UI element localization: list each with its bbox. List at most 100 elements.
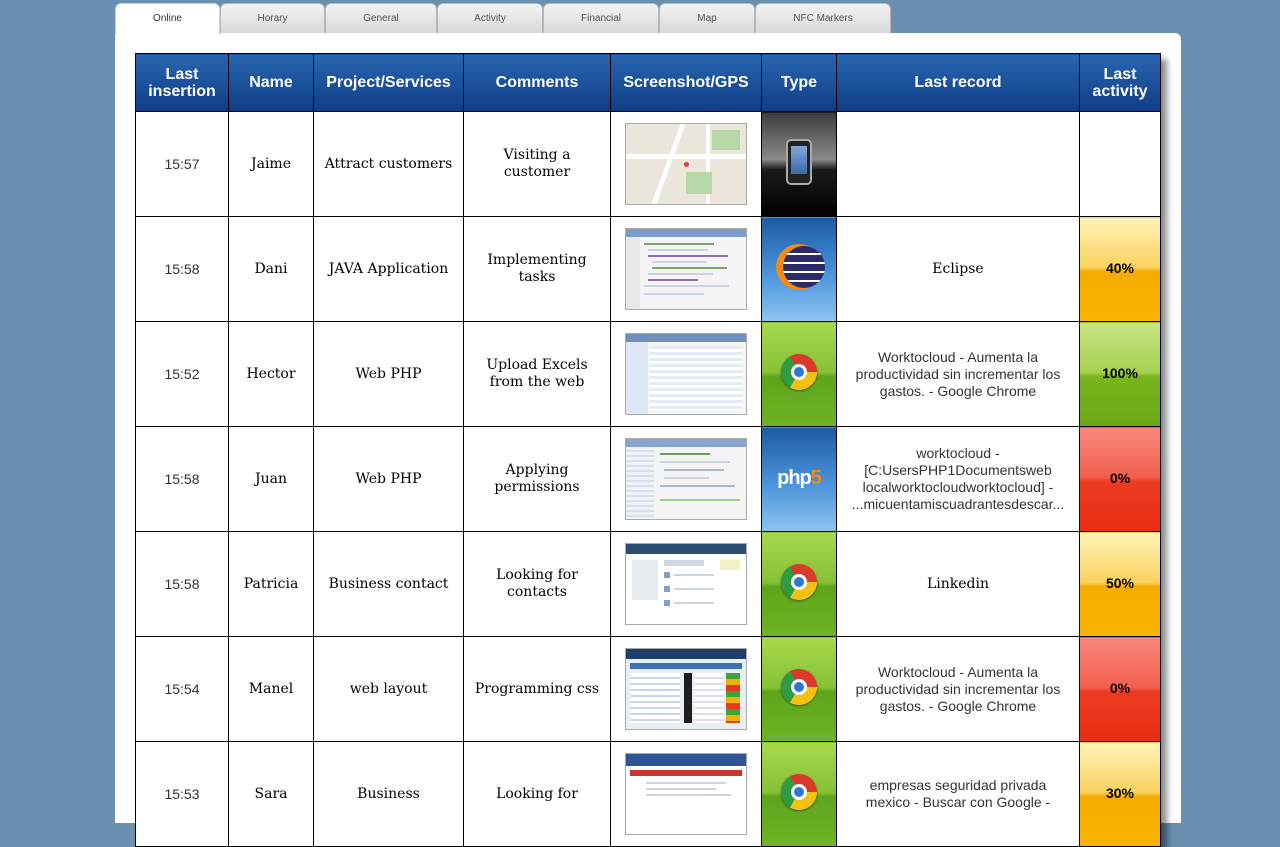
cell-last-record: empresas seguridad privada mexico - Busc… [836,741,1080,847]
cell-type [761,216,837,322]
tab-financial[interactable]: Financial [543,3,659,34]
cell-last-insertion: 15:53 [135,741,229,847]
cell-project: Web PHP [313,321,464,427]
tab-map[interactable]: Map [659,3,755,34]
header-last-insertion[interactable]: Last insertion [135,53,229,112]
cell-screenshot [610,636,762,742]
activity-value: 30% [1105,785,1135,801]
code-editor-thumbnail[interactable] [625,228,747,310]
cell-name: Manel [228,636,314,742]
activity-value: 0% [1109,470,1131,486]
chrome-icon [781,773,817,810]
cell-last-activity: 50% [1079,531,1161,637]
cell-comments: Upload Excels from the web [463,321,611,427]
cell-comments: Looking for contacts [463,531,611,637]
eclipse-icon [776,243,825,290]
php-label-accent: 5 [810,466,822,489]
cell-name: Jaime [228,111,314,217]
header-project-services[interactable]: Project/Services [313,53,464,112]
cell-name: Juan [228,426,314,532]
php-label: php [777,466,812,489]
header-last-activity[interactable]: Last activity [1079,53,1161,112]
cell-project: Business contact [313,531,464,637]
spreadsheet-thumbnail[interactable] [625,333,747,415]
header-screenshot-gps[interactable]: Screenshot/GPS [610,53,762,112]
cell-comments: Applying permissions [463,426,611,532]
cell-project: Business [313,741,464,847]
cell-project: JAVA Application [313,216,464,322]
table-header-row: Last insertion Name Project/Services Com… [135,53,1161,112]
php-icon: php5 [777,466,822,489]
tab-general[interactable]: General [325,3,437,34]
activity-value: 100% [1102,365,1138,381]
header-last-record[interactable]: Last record [836,53,1080,112]
tab-online[interactable]: Online [115,3,220,35]
cell-last-record: worktocloud - [C:UsersPHP1Documentsweb l… [836,426,1080,532]
cell-type [761,531,837,637]
phone-icon [786,138,812,185]
chrome-icon [781,563,817,600]
linkedin-thumbnail[interactable] [625,543,747,625]
activity-value: 40% [1105,260,1135,276]
cell-type [761,111,837,217]
tab-nfc-markers[interactable]: NFC Markers [755,3,891,34]
table-row[interactable]: 15:58 Patricia Business contact Looking … [135,531,1161,637]
cell-screenshot [610,216,762,322]
cell-last-activity: 100% [1079,321,1161,427]
table-row[interactable]: 15:53 Sara Business Looking for empresas… [135,741,1161,847]
cell-type [761,636,837,742]
tab-activity[interactable]: Activity [437,3,543,34]
cell-comments: Visiting a customer [463,111,611,217]
cell-last-activity [1079,111,1161,217]
cell-last-insertion: 15:58 [135,216,229,322]
table-row[interactable]: 15:58 Juan Web PHP Applying permissions … [135,426,1161,532]
webapp-thumbnail[interactable] [625,648,747,730]
cell-last-insertion: 15:58 [135,531,229,637]
tab-horary[interactable]: Horary [220,3,325,34]
cell-last-record: Linkedin [836,531,1080,637]
cell-type: php5 [761,426,837,532]
table-row[interactable]: 15:58 Dani JAVA Application Implementing… [135,216,1161,322]
cell-last-activity: 0% [1079,636,1161,742]
activity-value: 50% [1105,575,1135,591]
cell-screenshot [610,111,762,217]
cell-screenshot [610,741,762,847]
cell-last-activity: 40% [1079,216,1161,322]
table-row[interactable]: 15:54 Manel web layout Programming css W… [135,636,1161,742]
online-users-table: Last insertion Name Project/Services Com… [135,53,1161,847]
cell-name: Patricia [228,531,314,637]
cell-project: Attract customers [313,111,464,217]
chrome-icon [781,353,817,390]
cell-last-activity: 0% [1079,426,1161,532]
cell-type [761,321,837,427]
map-thumbnail[interactable] [625,123,747,205]
table-row[interactable]: 15:57 Jaime Attract customers Visiting a… [135,111,1161,217]
cell-name: Hector [228,321,314,427]
cell-last-insertion: 15:58 [135,426,229,532]
header-comments[interactable]: Comments [463,53,611,112]
cell-comments: Programming css [463,636,611,742]
cell-comments: Implementing tasks [463,216,611,322]
ide-thumbnail[interactable] [625,438,747,520]
location-pin-icon [684,162,689,167]
cell-name: Dani [228,216,314,322]
cell-screenshot [610,426,762,532]
tab-bar: Online Horary General Activity Financial… [115,3,895,35]
chrome-icon [781,668,817,705]
cell-screenshot [610,321,762,427]
cell-type [761,741,837,847]
cell-project: Web PHP [313,426,464,532]
cell-last-activity: 30% [1079,741,1161,847]
header-type[interactable]: Type [761,53,837,112]
cell-last-insertion: 15:52 [135,321,229,427]
cell-project: web layout [313,636,464,742]
cell-name: Sara [228,741,314,847]
cell-last-record [836,111,1080,217]
table-row[interactable]: 15:52 Hector Web PHP Upload Excels from … [135,321,1161,427]
cell-comments: Looking for [463,741,611,847]
cell-last-insertion: 15:54 [135,636,229,742]
activity-value: 0% [1109,680,1131,696]
cell-last-record: Worktocloud - Aumenta la productividad s… [836,636,1080,742]
header-name[interactable]: Name [228,53,314,112]
website-thumbnail[interactable] [625,753,747,835]
